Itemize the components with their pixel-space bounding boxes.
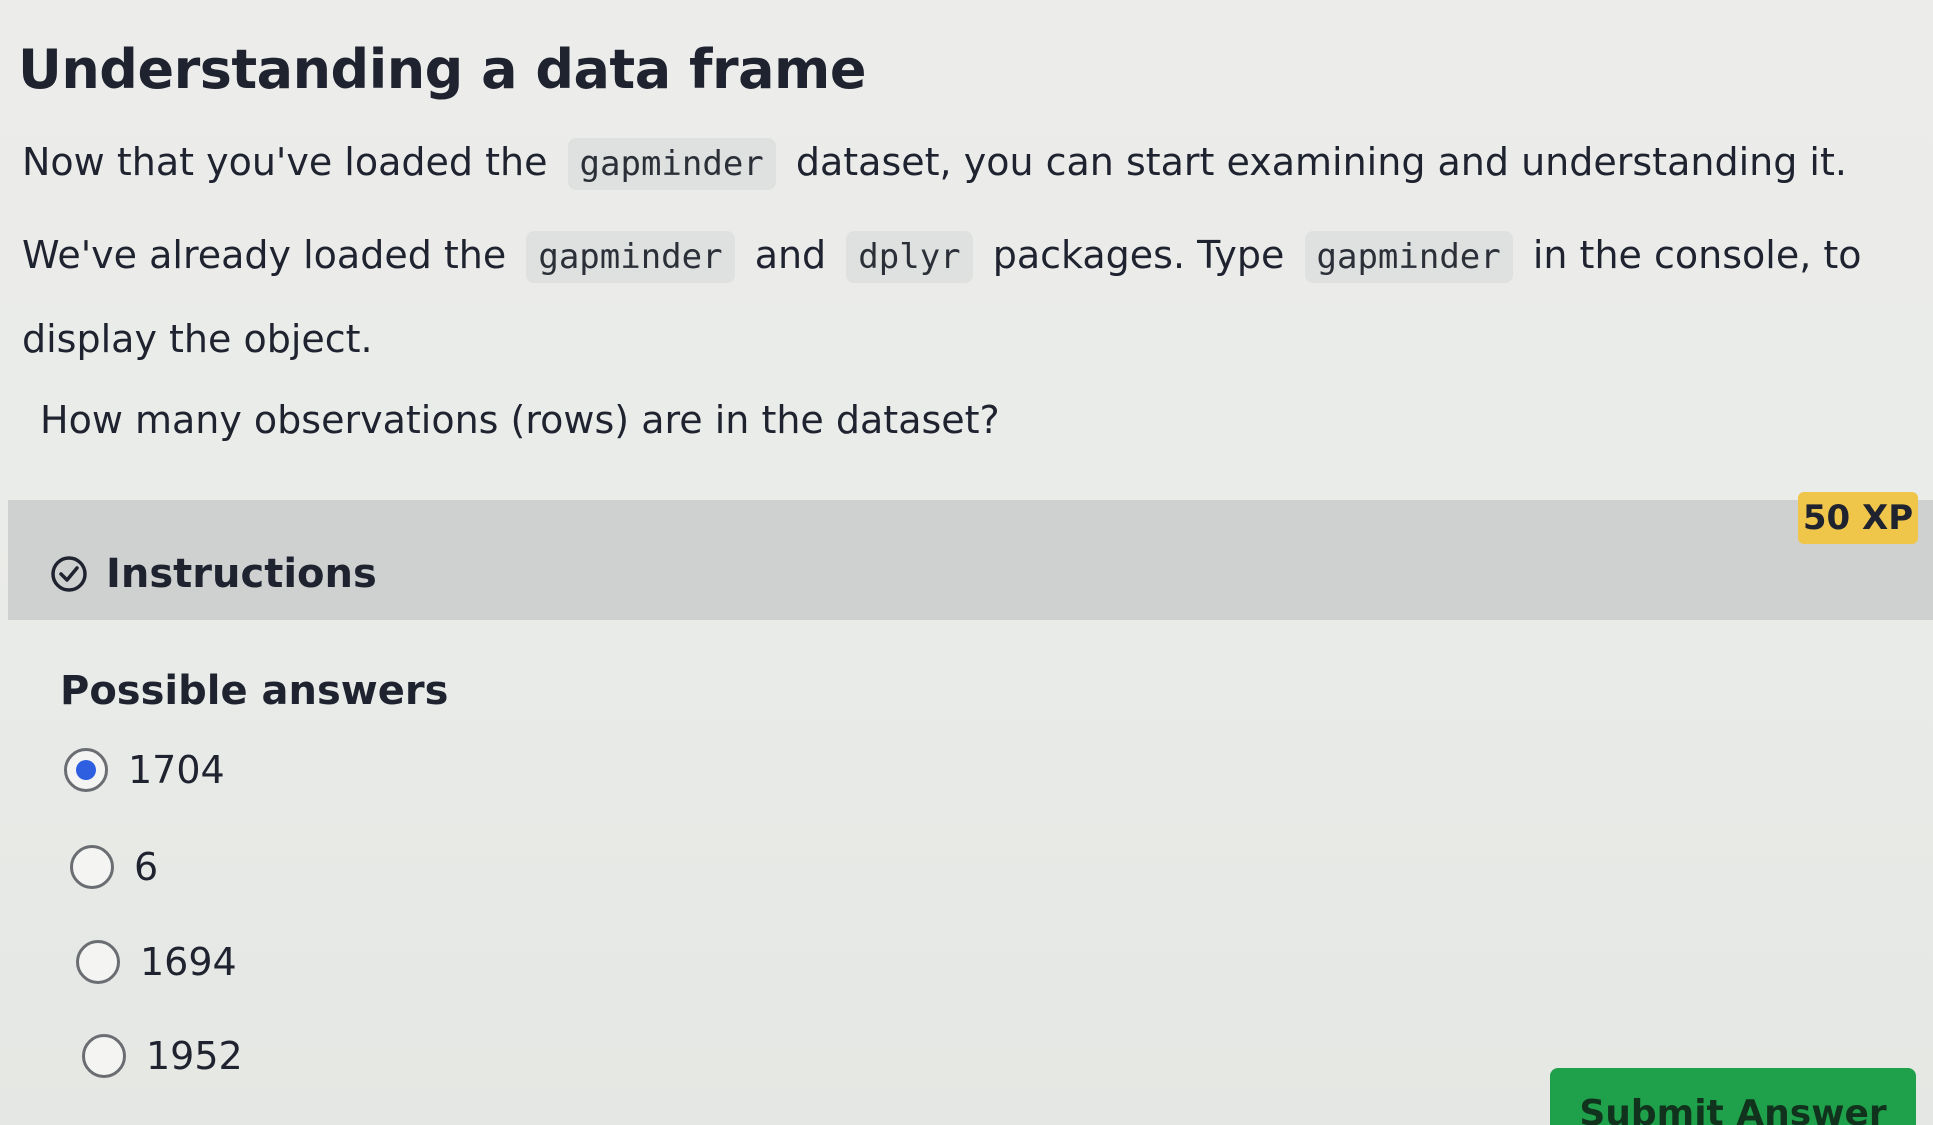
- radio-button[interactable]: [76, 940, 120, 984]
- intro-text-before: Now that you've loaded the: [22, 140, 548, 184]
- radio-button-selected[interactable]: [64, 748, 108, 792]
- radio-selected-dot: [76, 760, 96, 780]
- answer-label: 1704: [128, 748, 225, 792]
- answer-label: 1952: [146, 1034, 243, 1078]
- answer-label: 1694: [140, 940, 237, 984]
- answer-option-1952[interactable]: 1952: [82, 1034, 243, 1078]
- radio-button[interactable]: [70, 845, 114, 889]
- check-circle-icon: [50, 555, 88, 593]
- code-gapminder-package: gapminder: [526, 231, 735, 283]
- answer-option-1694[interactable]: 1694: [76, 940, 237, 984]
- code-gapminder: gapminder: [567, 138, 776, 190]
- instructions-label: Instructions: [106, 551, 377, 597]
- question-text: How many observations (rows) are in the …: [40, 398, 1000, 442]
- answer-option-6[interactable]: 6: [70, 845, 158, 889]
- exercise-page: Understanding a data frame Now that you'…: [0, 0, 1933, 1125]
- code-gapminder-console: gapminder: [1304, 231, 1513, 283]
- answer-option-1704[interactable]: 1704: [64, 748, 225, 792]
- context-text-3: packages. Type: [992, 233, 1285, 277]
- possible-answers-heading: Possible answers: [60, 668, 449, 714]
- intro-paragraph: Now that you've loaded the gapminder dat…: [22, 124, 1847, 202]
- context-text-2: and: [754, 233, 827, 277]
- xp-badge: 50 XP: [1798, 492, 1918, 544]
- context-text-1: We've already loaded the: [22, 233, 507, 277]
- radio-button[interactable]: [82, 1034, 126, 1078]
- submit-answer-button[interactable]: Submit Answer: [1550, 1068, 1916, 1125]
- answer-label: 6: [134, 845, 159, 889]
- page-title: Understanding a data frame: [18, 38, 866, 101]
- context-paragraph: We've already loaded the gapminder and d…: [22, 214, 1922, 380]
- intro-text-after: dataset, you can start examining and und…: [795, 140, 1847, 184]
- code-dplyr-package: dplyr: [846, 231, 973, 283]
- instructions-toggle[interactable]: Instructions: [50, 551, 377, 597]
